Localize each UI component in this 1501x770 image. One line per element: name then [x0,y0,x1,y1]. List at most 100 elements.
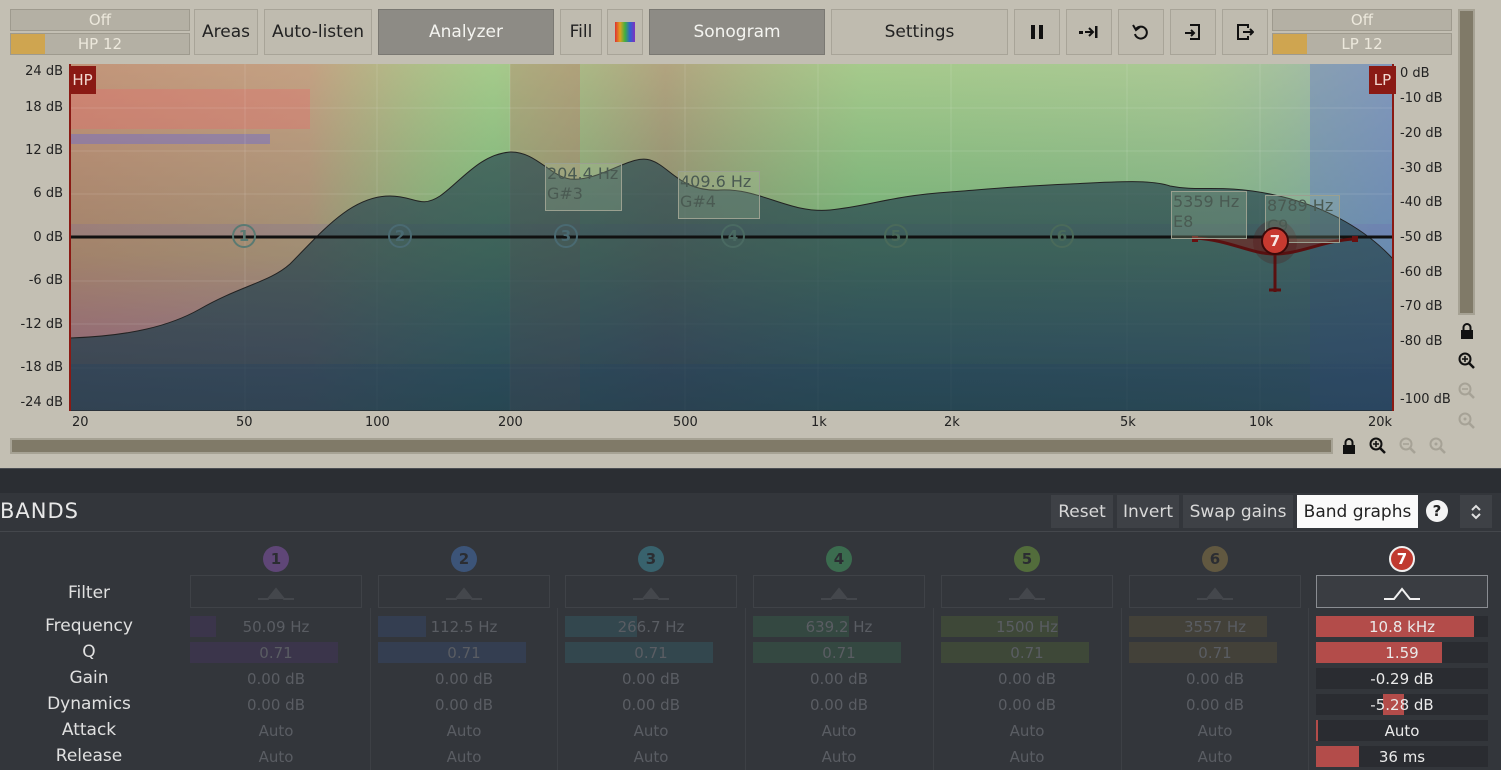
band-gain-value[interactable]: 0.00 dB [753,668,925,689]
band-dyn-value[interactable]: 0.00 dB [190,694,362,715]
hp-slope-label: HP 12 [77,35,123,53]
band-freq-value[interactable]: 112.5 Hz [378,616,550,637]
color-palette-icon [615,22,635,42]
export-button[interactable] [1222,9,1268,55]
band-number-badge[interactable]: 4 [826,546,852,572]
freq-lock-icon[interactable] [1339,436,1359,456]
band-node-3[interactable]: 3 [554,224,578,248]
fill-button[interactable]: Fill [560,9,602,55]
band-release-value[interactable]: Auto [941,746,1113,767]
filter-type-selector[interactable] [753,575,925,608]
step-button[interactable] [1066,9,1112,55]
band-dyn-value[interactable]: 0.00 dB [1129,694,1301,715]
band-gain-value[interactable]: -0.29 dB [1316,668,1488,689]
band-release-value[interactable]: 36 ms [1316,746,1488,767]
band-freq-value[interactable]: 10.8 kHz [1316,616,1488,637]
band-gain-text: 0.00 dB [622,669,680,688]
freq-scrollbar[interactable] [10,438,1333,454]
hp-state-toggle[interactable]: Off [10,9,190,31]
freq-zoom-reset-icon[interactable] [1428,436,1448,456]
filter-type-selector[interactable] [565,575,737,608]
band-freq-value[interactable]: 3557 Hz [1129,616,1301,637]
swap-gains-button[interactable]: Swap gains [1183,495,1293,528]
band-dyn-value[interactable]: 0.00 dB [565,694,737,715]
help-button[interactable]: ? [1426,500,1448,522]
band-release-value[interactable]: Auto [565,746,737,767]
band-gain-value[interactable]: 0.00 dB [190,668,362,689]
expand-collapse-icon [1471,504,1481,519]
band-q-value[interactable]: 0.71 [753,642,925,663]
band-number-badge[interactable]: 2 [451,546,477,572]
band-attack-value[interactable]: Auto [753,720,925,741]
band-node-6[interactable]: 6 [1050,224,1074,248]
band-attack-value[interactable]: Auto [941,720,1113,741]
band-node-2[interactable]: 2 [388,224,412,248]
invert-button[interactable]: Invert [1117,495,1179,528]
band-number-badge[interactable]: 5 [1014,546,1040,572]
band-release-value[interactable]: Auto [190,746,362,767]
autolisten-button[interactable]: Auto-listen [264,9,372,55]
filter-type-selector[interactable] [378,575,550,608]
band-q-value[interactable]: 1.59 [1316,642,1488,663]
areas-button[interactable]: Areas [194,9,258,55]
band-attack-value[interactable]: Auto [378,720,550,741]
band-dyn-value[interactable]: -5.28 dB [1316,694,1488,715]
settings-button[interactable]: Settings [831,9,1008,55]
band-attack-value[interactable]: Auto [1316,720,1488,741]
band-q-value[interactable]: 0.71 [565,642,737,663]
palette-button[interactable] [607,9,643,55]
band-gain-value[interactable]: 0.00 dB [378,668,550,689]
filter-type-selector[interactable] [190,575,362,608]
pause-button[interactable] [1014,9,1060,55]
band-release-value[interactable]: Auto [1129,746,1301,767]
band-freq-value[interactable]: 50.09 Hz [190,616,362,637]
band-number-badge[interactable]: 3 [638,546,664,572]
analyzer-button[interactable]: Analyzer [378,9,554,55]
band-node-1[interactable]: 1 [232,224,256,248]
freq-zoom-in-icon[interactable] [1368,436,1388,456]
zoom-out-icon[interactable] [1457,381,1477,401]
band-number-badge[interactable]: 7 [1389,546,1415,572]
import-button[interactable] [1170,9,1216,55]
band-freq-text: 112.5 Hz [430,617,498,636]
undo-button[interactable] [1118,9,1164,55]
band-dyn-value[interactable]: 0.00 dB [378,694,550,715]
band-q-value[interactable]: 0.71 [941,642,1113,663]
band-dyn-value[interactable]: 0.00 dB [753,694,925,715]
filter-type-selector[interactable] [941,575,1113,608]
band-gain-value[interactable]: 0.00 dB [941,668,1113,689]
sonogram-button[interactable]: Sonogram [649,9,825,55]
band-number-badge[interactable]: 1 [263,546,289,572]
zoom-in-icon[interactable] [1457,351,1477,371]
band-attack-value[interactable]: Auto [565,720,737,741]
band-q-value[interactable]: 0.71 [378,642,550,663]
band-graphs-button[interactable]: Band graphs [1297,495,1418,528]
filter-type-selector[interactable] [1129,575,1301,608]
band-q-value[interactable]: 0.71 [1129,642,1301,663]
lock-icon[interactable] [1457,321,1477,341]
collapse-button[interactable] [1460,495,1492,528]
band-release-value[interactable]: Auto [753,746,925,767]
hp-slope-slider[interactable]: HP 12 [10,33,190,55]
band-dyn-value[interactable]: 0.00 dB [941,694,1113,715]
reset-button[interactable]: Reset [1051,495,1113,528]
lp-state-toggle[interactable]: Off [1272,9,1452,31]
band-node-5[interactable]: 5 [884,224,908,248]
band-gain-value[interactable]: 0.00 dB [1129,668,1301,689]
band-freq-value[interactable]: 266.7 Hz [565,616,737,637]
band-number-badge[interactable]: 6 [1202,546,1228,572]
freq-zoom-out-icon[interactable] [1398,436,1418,456]
filter-type-selector[interactable] [1316,575,1488,608]
band-attack-value[interactable]: Auto [190,720,362,741]
zoom-reset-icon[interactable] [1457,411,1477,431]
band-attack-value[interactable]: Auto [1129,720,1301,741]
band-gain-value[interactable]: 0.00 dB [565,668,737,689]
level-scrollbar[interactable] [1458,9,1475,315]
band-node-4[interactable]: 4 [721,224,745,248]
band-freq-value[interactable]: 639.2 Hz [753,616,925,637]
band-freq-value[interactable]: 1500 Hz [941,616,1113,637]
band-q-value[interactable]: 0.71 [190,642,362,663]
band-release-value[interactable]: Auto [378,746,550,767]
band-node-7[interactable]: 7 [1261,227,1289,255]
lp-slope-slider[interactable]: LP 12 [1272,33,1452,55]
